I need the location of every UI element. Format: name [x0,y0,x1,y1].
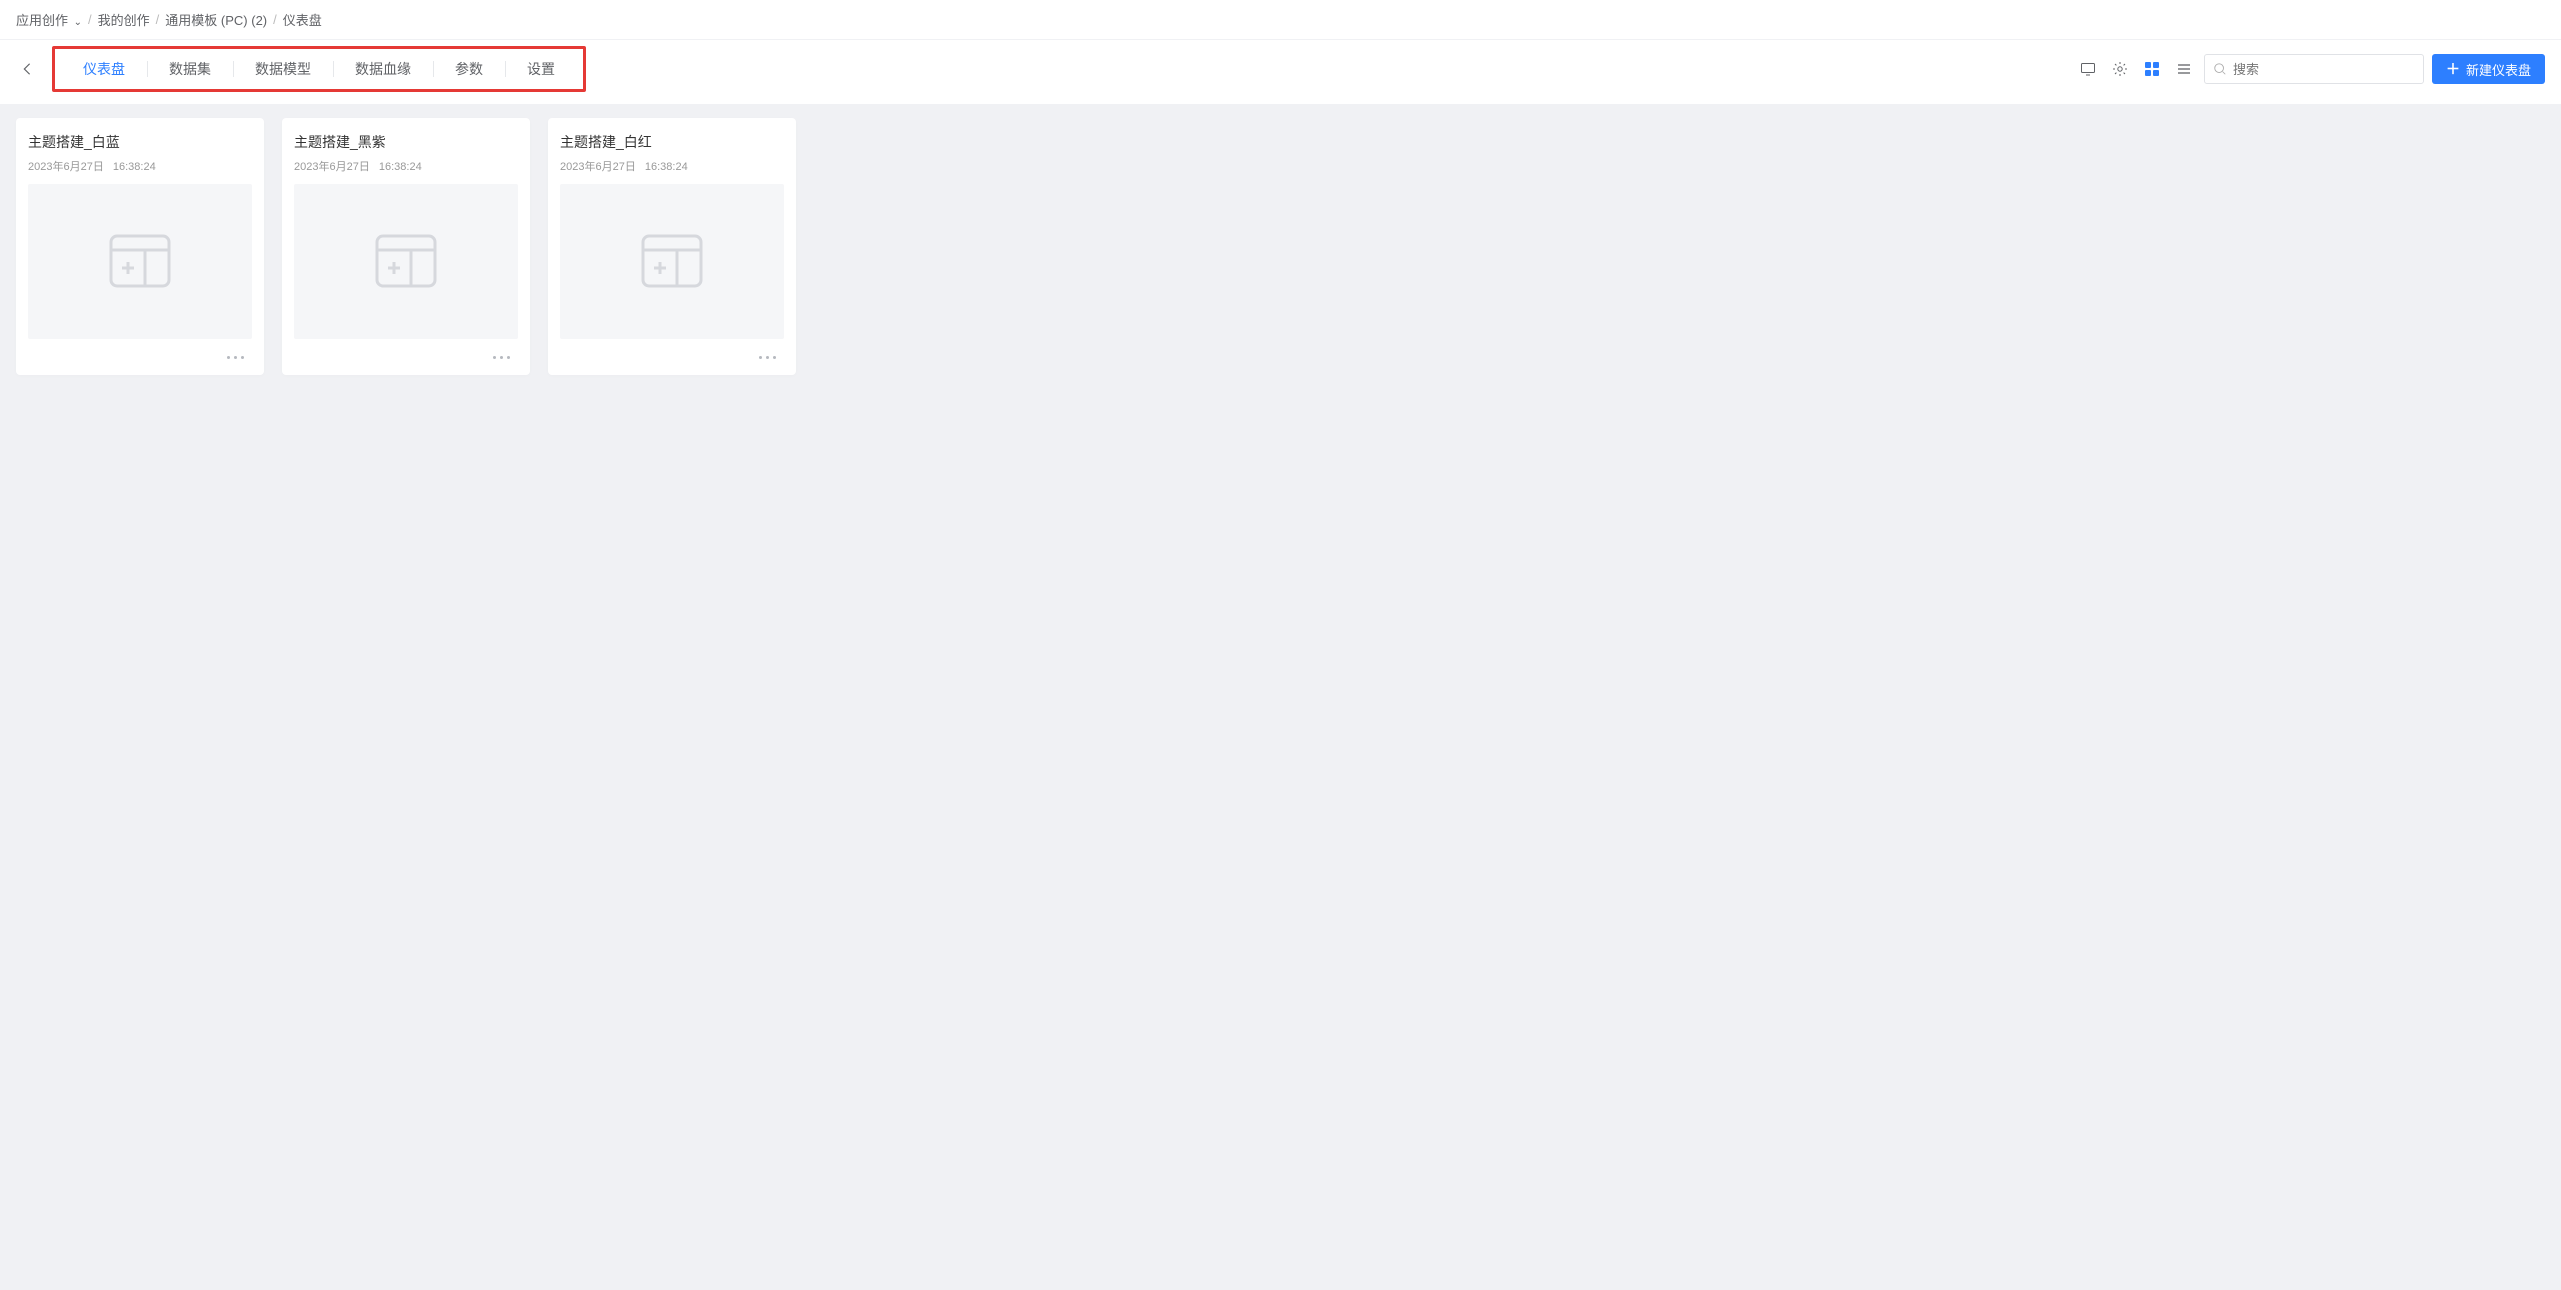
card-footer [560,339,784,369]
card-footer [294,339,518,369]
card-title: 主题搭建_黑紫 [294,132,518,152]
dashboard-card[interactable]: 主题搭建_黑紫 2023年6月27日 16:38:24 [282,118,530,375]
breadcrumb-item-0[interactable]: 应用创作 ⌄ [16,10,82,29]
card-more-icon[interactable] [485,343,518,366]
card-title: 主题搭建_白蓝 [28,132,252,152]
dashboard-card[interactable]: 主题搭建_白红 2023年6月27日 16:38:24 [548,118,796,375]
card-more-icon[interactable] [751,343,784,366]
chevron-left-icon [21,62,33,76]
chevron-down-icon: ⌄ [74,17,82,28]
card-title: 主题搭建_白红 [560,132,784,152]
new-dashboard-button[interactable]: ＋ 新建仪表盘 [2432,54,2545,84]
toolbar-right: ＋ 新建仪表盘 [2076,54,2545,84]
gear-icon[interactable] [2108,57,2132,81]
toolbar: 仪表盘 数据集 数据模型 数据血缘 参数 设置 ＋ 新建仪表盘 [0,40,2561,104]
tab-settings[interactable]: 设置 [505,51,577,87]
tab-bar: 仪表盘 数据集 数据模型 数据血缘 参数 设置 [61,51,577,87]
dashboard-placeholder-icon [637,232,707,292]
back-button[interactable] [16,58,38,80]
plus-icon: ＋ [2446,59,2460,79]
card-more-icon[interactable] [219,343,252,366]
dashboard-placeholder-icon [371,232,441,292]
dashboard-placeholder-icon [105,232,175,292]
search-field[interactable] [2233,62,2415,77]
card-thumbnail [28,184,252,339]
dashboard-card[interactable]: 主题搭建_白蓝 2023年6月27日 16:38:24 [16,118,264,375]
card-thumbnail [560,184,784,339]
search-input[interactable] [2204,54,2424,84]
list-view-icon[interactable] [2172,57,2196,81]
breadcrumb-item-2[interactable]: 通用模板 (PC) (2) [165,10,267,29]
card-thumbnail [294,184,518,339]
toolbar-left: 仪表盘 数据集 数据模型 数据血缘 参数 设置 [16,46,586,92]
breadcrumb: 应用创作 ⌄ / 我的创作 / 通用模板 (PC) (2) / 仪表盘 [0,0,2561,40]
breadcrumb-separator: / [273,12,277,27]
breadcrumb-item-1[interactable]: 我的创作 [98,10,150,29]
breadcrumb-label: 应用创作 [16,13,68,28]
tab-data-model[interactable]: 数据模型 [233,51,333,87]
new-dashboard-label: 新建仪表盘 [2466,60,2531,79]
card-date: 2023年6月27日 16:38:24 [294,158,518,174]
breadcrumb-separator: / [88,12,92,27]
tab-data-lineage[interactable]: 数据血缘 [333,51,433,87]
tab-highlight-annotation: 仪表盘 数据集 数据模型 数据血缘 参数 设置 [52,46,586,92]
tab-dataset[interactable]: 数据集 [147,51,233,87]
breadcrumb-label: 通用模板 (PC) (2) [165,13,267,28]
breadcrumb-item-3[interactable]: 仪表盘 [283,10,322,29]
monitor-icon[interactable] [2076,57,2100,81]
card-date: 2023年6月27日 16:38:24 [560,158,784,174]
tab-params[interactable]: 参数 [433,51,505,87]
breadcrumb-label: 我的创作 [98,13,150,28]
breadcrumb-separator: / [156,12,160,27]
search-icon [2213,62,2227,76]
tab-dashboard[interactable]: 仪表盘 [61,51,147,87]
grid-view-icon[interactable] [2140,57,2164,81]
card-grid: 主题搭建_白蓝 2023年6月27日 16:38:24 主题搭建_黑紫 2023… [0,118,2561,375]
card-footer [28,339,252,369]
breadcrumb-label: 仪表盘 [283,13,322,28]
card-date: 2023年6月27日 16:38:24 [28,158,252,174]
